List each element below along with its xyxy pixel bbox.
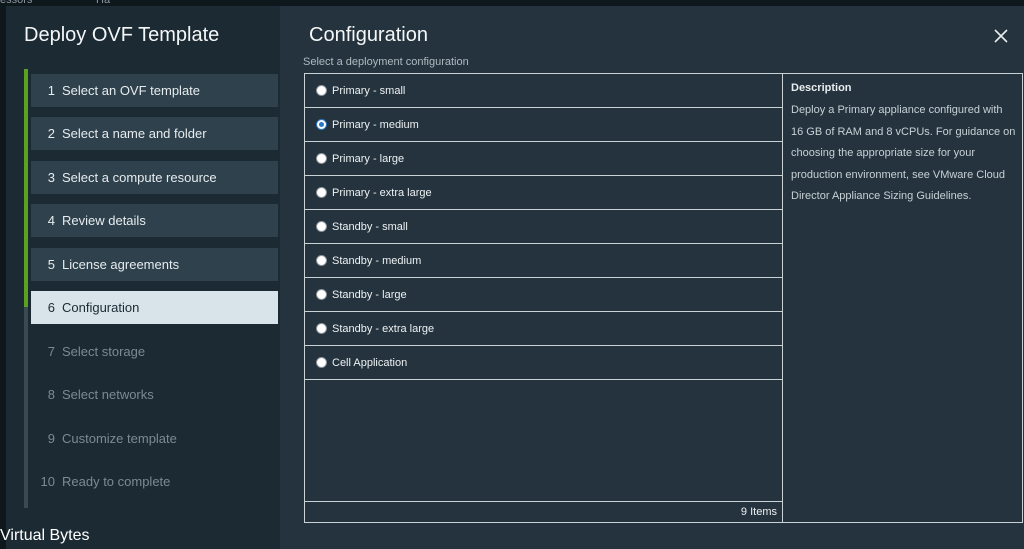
config-option-label: Primary - large xyxy=(332,152,405,165)
step-label: Select storage xyxy=(62,344,146,359)
config-option-row[interactable]: Primary - large xyxy=(305,142,782,176)
step-label: Select a name and folder xyxy=(62,126,207,141)
config-option-row[interactable]: Primary - extra large xyxy=(305,176,782,210)
configuration-panel: Primary - small Primary - medium Primary… xyxy=(304,73,1023,523)
config-option-label: Primary - small xyxy=(332,84,406,97)
radio-button[interactable] xyxy=(316,187,327,198)
wizard-step-5[interactable]: 5 License agreements xyxy=(31,248,278,281)
radio-button-selected[interactable] xyxy=(316,119,327,130)
config-option-label: Standby - medium xyxy=(332,254,422,267)
wizard-step-10: 10 Ready to complete xyxy=(31,465,278,498)
config-option-row[interactable]: Standby - small xyxy=(305,210,782,244)
radio-button[interactable] xyxy=(316,221,327,232)
step-label: Select a compute resource xyxy=(62,170,217,185)
step-progress-complete xyxy=(24,69,28,307)
step-label: Review details xyxy=(62,213,146,228)
config-option-row[interactable]: Primary - medium xyxy=(305,108,782,142)
step-label: Configuration xyxy=(62,300,140,315)
step-label: Ready to complete xyxy=(62,474,171,489)
step-label: Select an OVF template xyxy=(62,83,201,98)
step-number: 9 xyxy=(47,431,55,446)
wizard-sidebar: Deploy OVF Template 1 Select an OVF temp… xyxy=(6,6,280,549)
step-label: Customize template xyxy=(62,431,177,446)
description-pane: Description Deploy a Primary appliance c… xyxy=(791,82,1016,208)
wizard-step-2[interactable]: 2 Select a name and folder xyxy=(31,117,278,150)
step-number: 10 xyxy=(40,474,55,489)
radio-button[interactable] xyxy=(316,323,327,334)
close-button[interactable] xyxy=(991,26,1011,46)
description-text: Deploy a Primary appliance configured wi… xyxy=(791,104,1016,202)
config-option-row[interactable]: Standby - large xyxy=(305,278,782,312)
config-option-row[interactable]: Standby - extra large xyxy=(305,312,782,346)
radio-button[interactable] xyxy=(316,289,327,300)
step-number: 3 xyxy=(47,170,55,185)
wizard-step-8: 8 Select networks xyxy=(31,378,278,411)
config-option-row[interactable]: Primary - small xyxy=(305,74,782,108)
configuration-subtitle: Select a deployment configuration xyxy=(303,56,469,68)
wizard-step-4[interactable]: 4 Review details xyxy=(31,204,278,237)
step-number: 4 xyxy=(47,213,55,228)
config-option-label: Standby - extra large xyxy=(332,322,435,335)
wizard-step-1[interactable]: 1 Select an OVF template xyxy=(31,74,278,107)
config-option-label: Standby - large xyxy=(332,288,407,301)
step-number: 2 xyxy=(47,126,55,141)
watermark-text: Virtual Bytes xyxy=(0,527,90,544)
configuration-list: Primary - small Primary - medium Primary… xyxy=(305,74,783,522)
config-option-label: Primary - medium xyxy=(332,118,419,131)
step-number: 7 xyxy=(47,344,55,359)
item-count: 9 Items xyxy=(305,501,782,522)
step-label: Select networks xyxy=(62,387,154,402)
wizard-step-7: 7 Select storage xyxy=(31,335,278,368)
wizard-title: Deploy OVF Template xyxy=(24,24,220,46)
config-option-row[interactable]: Cell Application xyxy=(305,346,782,380)
step-number: 8 xyxy=(47,387,55,402)
config-option-label: Standby - small xyxy=(332,220,408,233)
radio-button[interactable] xyxy=(316,255,327,266)
description-heading: Description xyxy=(791,82,852,94)
deploy-ovf-dialog: Deploy OVF Template 1 Select an OVF temp… xyxy=(6,6,1024,549)
config-option-row[interactable]: Standby - medium xyxy=(305,244,782,278)
step-number: 1 xyxy=(47,83,55,98)
config-option-label: Cell Application xyxy=(332,356,408,369)
step-label: License agreements xyxy=(62,257,180,272)
radio-button[interactable] xyxy=(316,85,327,96)
step-number: 5 xyxy=(47,257,55,272)
wizard-step-9: 9 Customize template xyxy=(31,422,278,455)
wizard-step-6[interactable]: 6 Configuration xyxy=(31,291,278,324)
radio-button[interactable] xyxy=(316,357,327,368)
radio-button[interactable] xyxy=(316,153,327,164)
step-number: 6 xyxy=(47,300,55,315)
config-option-label: Primary - extra large xyxy=(332,186,432,199)
wizard-step-3[interactable]: 3 Select a compute resource xyxy=(31,161,278,194)
close-icon[interactable] xyxy=(994,29,1008,43)
page-title: Configuration xyxy=(309,24,428,46)
